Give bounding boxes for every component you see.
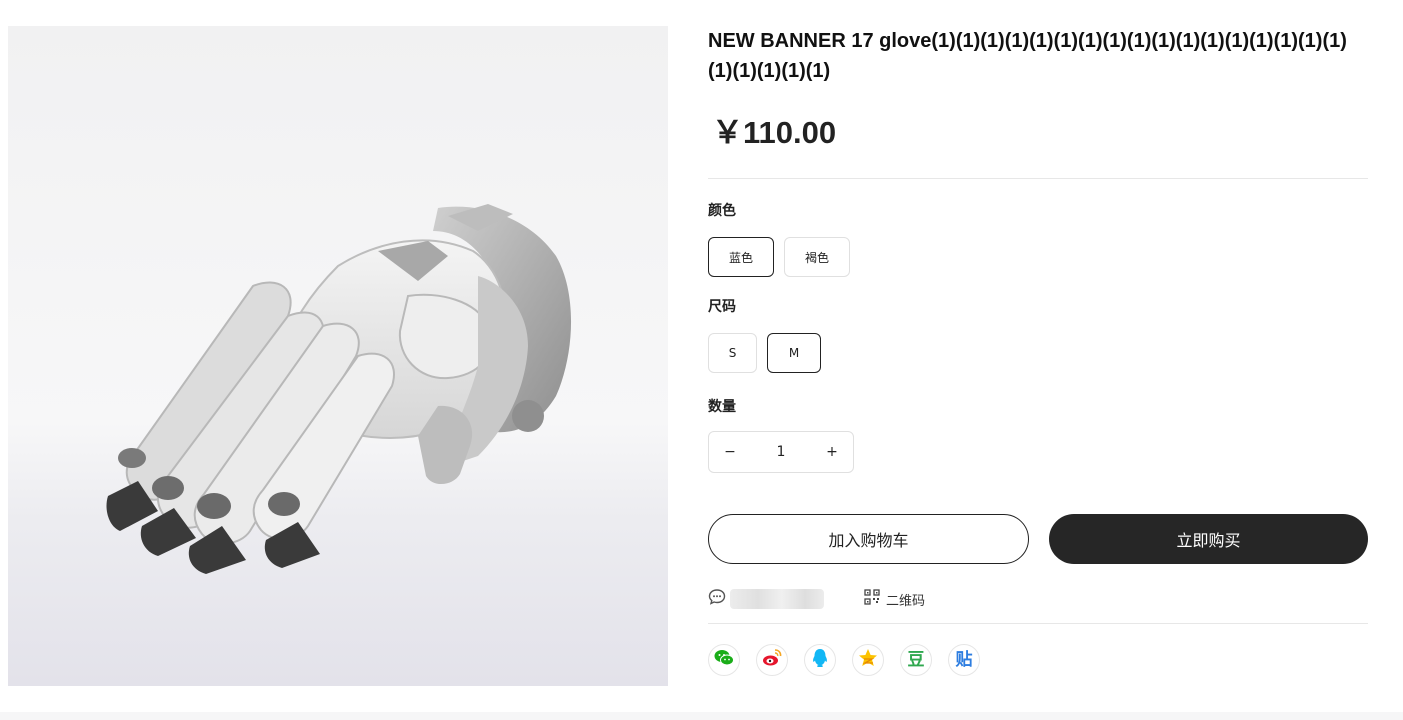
size-option-s[interactable]: S [708, 333, 757, 373]
product-title: NEW BANNER 17 glove(1)(1)(1)(1)(1)(1)(1)… [708, 30, 1347, 82]
color-option-brown[interactable]: 褐色 [784, 237, 851, 277]
quantity-stepper: − 1 + [708, 431, 854, 473]
divider [708, 178, 1368, 179]
quantity-increase-button[interactable]: + [811, 444, 853, 460]
add-to-cart-button[interactable]: 加入购物车 [708, 514, 1029, 564]
qrcode-label: 二维码 [886, 593, 926, 609]
qrcode-icon [864, 589, 880, 609]
purchase-actions: 加入购物车 立即购买 [708, 514, 1368, 564]
quantity-value[interactable]: 1 [751, 444, 811, 460]
share-bar: 豆 贴 [708, 644, 1368, 676]
chat-link[interactable] [708, 588, 824, 610]
size-label: 尺码 [708, 299, 736, 315]
douban-icon: 豆 [907, 650, 925, 670]
seller-name-blurred [730, 589, 824, 609]
buy-now-button[interactable]: 立即购买 [1049, 514, 1368, 564]
glove-image [106, 204, 572, 574]
size-option-m[interactable]: M [767, 333, 821, 373]
color-option-blue[interactable]: 蓝色 [708, 237, 775, 277]
quantity-label: 数量 [708, 399, 736, 415]
color-label: 颜色 [708, 203, 736, 219]
divider [708, 623, 1368, 624]
size-options: S M [708, 333, 1368, 373]
product-image [8, 26, 668, 686]
product-info: NEW BANNER 17 glove(1)(1)(1)(1)(1)(1)(1)… [708, 26, 1368, 676]
share-weibo-button[interactable] [756, 644, 788, 676]
share-wechat-button[interactable] [708, 644, 740, 676]
share-douban-button[interactable]: 豆 [900, 644, 932, 676]
seller-meta: 二维码 [708, 588, 1368, 610]
weibo-icon [761, 647, 783, 673]
qrcode-link[interactable]: 二维码 [864, 589, 925, 609]
quantity-decrease-button[interactable]: − [709, 444, 751, 460]
share-qq-button[interactable] [804, 644, 836, 676]
qq-icon [809, 647, 831, 673]
share-qzone-button[interactable] [852, 644, 884, 676]
chat-icon [708, 588, 726, 610]
tieba-icon: 贴 [955, 650, 973, 670]
share-tieba-button[interactable]: 贴 [948, 644, 980, 676]
wechat-icon [713, 647, 735, 673]
product-price: ￥110.00 [712, 115, 837, 150]
color-options: 蓝色 褐色 [708, 237, 1368, 277]
product-page: NEW BANNER 17 glove(1)(1)(1)(1)(1)(1)(1)… [0, 0, 1403, 720]
page-footer-strip [0, 712, 1403, 720]
qzone-icon [857, 647, 879, 673]
